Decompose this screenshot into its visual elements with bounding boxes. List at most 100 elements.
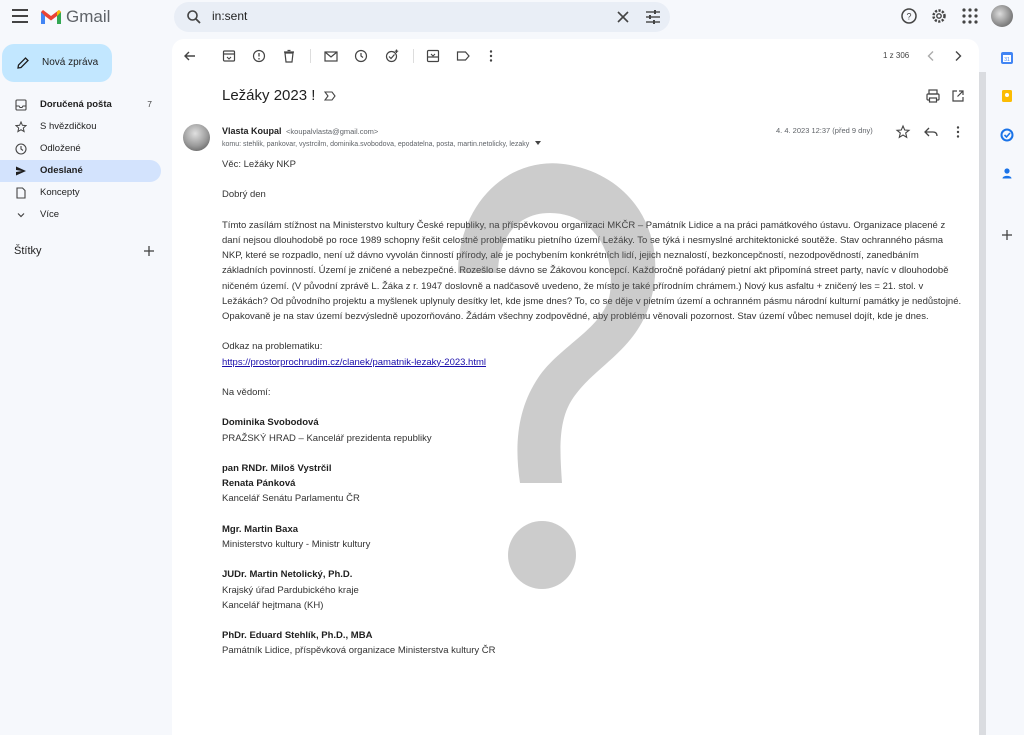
star-icon (15, 121, 27, 133)
contact-block: Dominika Svobodová PRAŽSKÝ HRAD – Kancel… (222, 415, 962, 445)
open-new-window-icon[interactable] (950, 88, 966, 104)
clear-search-icon[interactable] (614, 8, 632, 26)
contact-name: JUDr. Martin Netolický, Ph.D. (222, 569, 353, 581)
contact-line: PRAŽSKÝ HRAD – Kancelář prezidenta repub… (222, 432, 432, 444)
chevron-down-icon (17, 213, 25, 218)
svg-text:31: 31 (1004, 57, 1010, 63)
clock-icon (15, 143, 27, 155)
label-tag-icon[interactable] (455, 48, 471, 64)
contact-name: Mgr. Martin Baxa (222, 523, 299, 535)
add-label-icon[interactable] (142, 244, 156, 258)
tasks-icon[interactable] (1000, 128, 1014, 142)
draft-file-icon (16, 187, 26, 199)
body-greeting: Dobrý den (222, 189, 266, 201)
contact-name: Renata Pánková (222, 478, 296, 490)
message-view: 1 z 306 Ležáky 2023 ! Vlasta Koupal <kou… (172, 39, 979, 735)
body-regarding: Věc: Ležáky NKP (222, 159, 296, 170)
body-paragraph: Tímto zasílám stížnost na Ministerstvo k… (222, 219, 962, 322)
link-intro: Odkaz na problematiku: (222, 341, 323, 353)
sidebar-item-label: Více (40, 209, 60, 220)
search-bar[interactable] (174, 2, 670, 32)
toolbar-divider (413, 49, 414, 63)
more-vert-icon[interactable] (483, 48, 499, 64)
sidebar-item-drafts[interactable]: Koncepty (0, 182, 161, 204)
contacts-icon[interactable] (1000, 166, 1014, 180)
scrollbar[interactable] (979, 72, 986, 735)
contact-line: Kancelář hejtmana (KH) (222, 599, 324, 611)
mark-unread-icon[interactable] (323, 48, 339, 64)
calendar-icon[interactable]: 31 (1000, 51, 1014, 65)
sidebar-item-label: Koncepty (40, 187, 80, 198)
print-icon[interactable] (925, 88, 941, 104)
more-vert-icon[interactable] (950, 124, 966, 140)
sidebar-item-label: Odeslané (40, 165, 83, 176)
sender-name: Vlasta Koupal (222, 126, 282, 136)
sidebar-item-sent[interactable]: Odeslané (0, 160, 161, 182)
labels-heading: Štítky (14, 245, 42, 257)
delete-icon[interactable] (281, 48, 297, 64)
settings-gear-icon[interactable] (929, 6, 949, 26)
pagination-count: 1 z 306 (883, 51, 910, 60)
pencil-icon (17, 57, 29, 69)
sidebar-item-starred[interactable]: S hvězdičkou (0, 116, 161, 138)
back-arrow-icon[interactable] (182, 48, 198, 64)
search-input[interactable] (212, 9, 592, 23)
contact-line: Kancelář Senátu Parlamentu ČR (222, 493, 360, 505)
toolbar-divider (310, 49, 311, 63)
compose-button[interactable]: Nová zpráva (2, 44, 112, 82)
archive-icon[interactable] (221, 48, 237, 64)
contact-line: Krajský úřad Pardubického kraje (222, 584, 359, 596)
sidebar-item-label: Odložené (40, 143, 81, 154)
gmail-m-icon (41, 10, 61, 24)
sender-avatar[interactable] (183, 124, 210, 151)
contact-line: Památník Lidice, příspěvková organizace … (222, 645, 496, 657)
search-icon[interactable] (186, 9, 202, 25)
sidebar-item-label: S hvězdičkou (40, 121, 97, 132)
recipients-line[interactable]: komu: stehlik, pankovar, vystrcilm, domi… (222, 140, 542, 148)
report-spam-icon[interactable] (251, 48, 267, 64)
search-options-icon[interactable] (644, 8, 662, 26)
add-addon-icon[interactable] (1000, 228, 1014, 242)
caret-down-icon[interactable] (534, 140, 542, 146)
move-to-icon[interactable] (425, 48, 441, 64)
top-bar: Gmail ? (0, 0, 1024, 34)
contact-block: PhDr. Eduard Stehlík, Ph.D., MBA Památní… (222, 628, 962, 658)
account-avatar[interactable] (991, 5, 1013, 27)
message-body: Věc: Ležáky NKP Dobrý den Tímto zasílám … (222, 157, 962, 674)
sidebar-item-snoozed[interactable]: Odložené (0, 138, 161, 160)
email-subject: Ležáky 2023 ! (222, 87, 336, 104)
sidebar-item-more[interactable]: Více (0, 204, 161, 226)
contact-block: JUDr. Martin Netolický, Ph.D. Krajský úř… (222, 567, 962, 613)
chevron-left-icon[interactable] (923, 48, 939, 64)
article-link[interactable]: https://prostorprochrudim.cz/clanek/pama… (222, 357, 486, 368)
apps-grid-icon[interactable] (960, 6, 980, 26)
reply-icon[interactable] (923, 124, 939, 140)
svg-text:?: ? (906, 12, 911, 22)
sender: Vlasta Koupal <koupalvlasta@gmail.com> (222, 126, 378, 136)
snooze-clock-icon[interactable] (353, 48, 369, 64)
send-icon (16, 166, 26, 176)
compose-label: Nová zpráva (42, 57, 99, 68)
keep-notes-icon[interactable] (1000, 89, 1014, 103)
important-marker-icon[interactable] (323, 91, 336, 101)
subject-text: Ležáky 2023 ! (222, 87, 316, 104)
recipients-text: komu: stehlik, pankovar, vystrcilm, domi… (222, 141, 530, 148)
inbox-icon (15, 99, 27, 111)
message-date: 4. 4. 2023 12:37 (před 9 dny) (776, 126, 873, 135)
sender-email: <koupalvlasta@gmail.com> (286, 127, 379, 136)
help-icon[interactable]: ? (899, 6, 919, 26)
body-link-block: Odkaz na problematiku: https://prostorpr… (222, 339, 962, 369)
cc-intro: Na vědomí: (222, 386, 271, 398)
star-icon[interactable] (895, 124, 911, 140)
contact-block: Mgr. Martin Baxa Ministerstvo kultury - … (222, 522, 962, 552)
add-to-tasks-icon[interactable] (384, 48, 400, 64)
contact-block: pan RNDr. Miloš Vystrčil Renata Pánková … (222, 461, 962, 507)
gmail-logo[interactable]: Gmail (40, 6, 110, 28)
chevron-right-icon[interactable] (950, 48, 966, 64)
main-menu-icon[interactable] (12, 9, 28, 23)
sidebar-item-label: Doručená pošta (40, 99, 112, 110)
contact-name: pan RNDr. Miloš Vystrčil (222, 462, 332, 474)
sidebar-item-inbox[interactable]: Doručená pošta 7 (0, 94, 161, 116)
app-name: Gmail (66, 7, 111, 26)
contact-name: PhDr. Eduard Stehlík, Ph.D., MBA (222, 630, 373, 642)
